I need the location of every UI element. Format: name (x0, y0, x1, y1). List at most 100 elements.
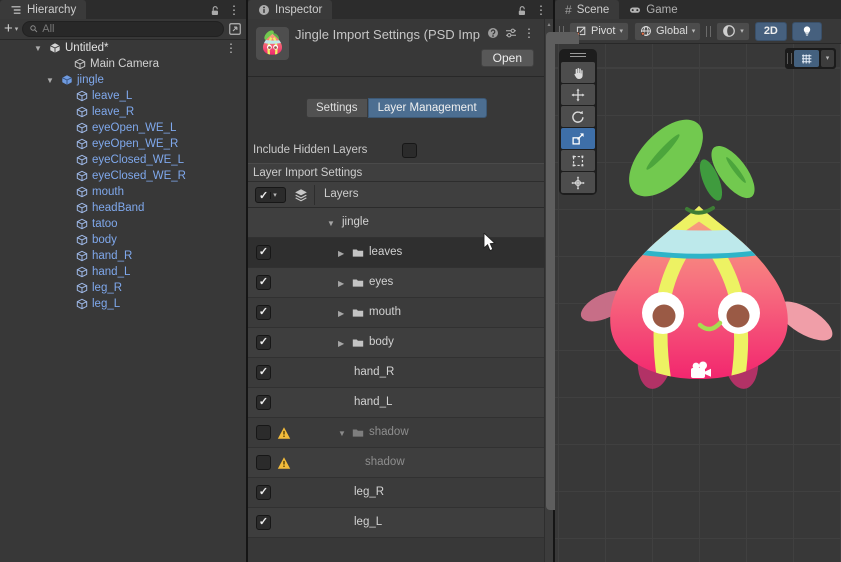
asset-menu-icon[interactable]: ⋮ (523, 27, 535, 39)
chevron-right-icon[interactable]: ▶ (338, 309, 344, 318)
global-dropdown[interactable]: Global ▾ (633, 21, 702, 41)
rect-tool-button[interactable] (561, 150, 595, 171)
layers-column-header: Layers (324, 188, 359, 200)
layer-label: leg_R (354, 486, 385, 498)
layer-checkbox[interactable]: ✓ (256, 515, 271, 530)
layer-checkbox[interactable]: ✓ (256, 275, 271, 290)
item-label: mouth (92, 185, 124, 198)
layer-row-leg-l[interactable]: ✓ leg_L (248, 508, 544, 538)
jingle-character[interactable] (577, 94, 839, 406)
folder-icon (352, 309, 364, 317)
include-hidden-layers-checkbox[interactable] (402, 143, 417, 158)
open-button[interactable]: Open (480, 49, 534, 67)
overlay-drag-handle[interactable] (787, 53, 792, 64)
gameobject-cube-icon (74, 58, 86, 70)
layer-row-leaves[interactable]: ✓ ▶ leaves (248, 238, 544, 268)
overlay-drag-handle[interactable] (559, 49, 597, 60)
layer-checkbox-unchecked[interactable] (256, 425, 271, 440)
hierarchy-item-hand-r[interactable]: hand_R (0, 248, 246, 264)
scene-lighting-toggle[interactable] (791, 21, 822, 41)
layer-checkbox[interactable]: ✓ (256, 395, 271, 410)
hierarchy-item-leave-l[interactable]: leave_L (0, 88, 246, 104)
layer-import-settings-header: Layer Import Settings (248, 163, 544, 182)
hierarchy-item-jingle[interactable]: ▼ jingle (0, 72, 246, 88)
chevron-down-icon[interactable]: ▼ (327, 219, 335, 228)
layer-row-shadow-group[interactable]: ▼ shadow (248, 418, 544, 448)
hierarchy-item-eyeclosed-we-r[interactable]: eyeClosed_WE_R (0, 168, 246, 184)
unlock-icon[interactable] (209, 4, 221, 16)
toggle-all-checkbox[interactable]: ✓ ▾ (255, 187, 286, 203)
layers-stack-icon[interactable] (294, 188, 308, 202)
view-hand-tool-button[interactable] (561, 62, 595, 83)
tab-settings[interactable]: Settings (306, 98, 368, 118)
search-input[interactable] (42, 23, 217, 35)
hierarchy-item-eyeopen-we-r[interactable]: eyeOpen_WE_R (0, 136, 246, 152)
layer-row-hand-r[interactable]: ✓ hand_R (248, 358, 544, 388)
layer-checkbox[interactable]: ✓ (256, 305, 271, 320)
hierarchy-item-headband[interactable]: headBand (0, 200, 246, 216)
hierarchy-item-leg-l[interactable]: leg_L (0, 296, 246, 312)
hierarchy-scene-row[interactable]: ▼ Untitled* ⋮ (0, 40, 246, 56)
tab-inspector[interactable]: Inspector (248, 0, 333, 19)
hierarchy-item-eyeopen-we-l[interactable]: eyeOpen_WE_L (0, 120, 246, 136)
info-icon (259, 4, 269, 15)
layer-row-jingle[interactable]: ▼ jingle (248, 208, 544, 238)
layer-checkbox[interactable]: ✓ (256, 485, 271, 500)
scale-tool-button[interactable] (561, 128, 595, 149)
chevron-right-icon[interactable]: ▶ (338, 279, 344, 288)
hierarchy-item-main-camera[interactable]: Main Camera (0, 56, 246, 72)
grid-visibility-toggle[interactable] (794, 50, 819, 67)
tab-game[interactable]: Game (619, 0, 687, 19)
hierarchy-item-body[interactable]: body (0, 232, 246, 248)
inspector-menu-icon[interactable]: ⋮ (535, 4, 547, 16)
toolbar-drag-handle[interactable] (706, 25, 712, 37)
add-gameobject-button[interactable]: + ▾ (4, 21, 18, 36)
scene-viewport[interactable]: ▾ (555, 44, 841, 562)
layer-checkbox-unchecked[interactable] (256, 455, 271, 470)
unlock-icon[interactable] (516, 4, 528, 16)
chevron-down-icon[interactable]: ▼ (34, 44, 42, 53)
chevron-right-icon[interactable]: ▶ (338, 339, 344, 348)
tab-layer-management[interactable]: Layer Management (367, 98, 487, 118)
warning-icon (277, 427, 291, 439)
move-tool-button[interactable] (561, 84, 595, 105)
hierarchy-menu-icon[interactable]: ⋮ (228, 4, 240, 16)
rotate-tool-button[interactable] (561, 106, 595, 127)
layer-row-mouth[interactable]: ✓ ▶ mouth (248, 298, 544, 328)
presets-icon[interactable] (505, 27, 517, 39)
search-window-icon[interactable] (228, 22, 242, 36)
scene-options-icon[interactable]: ⋮ (225, 42, 237, 54)
2d-label: 2D (763, 25, 778, 37)
hierarchy-item-eyeclosed-we-l[interactable]: eyeClosed_WE_L (0, 152, 246, 168)
layer-checkbox[interactable]: ✓ (256, 335, 271, 350)
hierarchy-search[interactable] (22, 21, 224, 37)
shading-mode-dropdown[interactable]: ▾ (716, 21, 750, 41)
layer-row-body[interactable]: ✓ ▶ body (248, 328, 544, 358)
help-icon[interactable] (487, 27, 499, 39)
hierarchy-item-mouth[interactable]: mouth (0, 184, 246, 200)
grid-settings-dropdown[interactable]: ▾ (821, 50, 834, 67)
layer-row-eyes[interactable]: ✓ ▶ eyes (248, 268, 544, 298)
layer-row-shadow[interactable]: shadow (248, 448, 544, 478)
chevron-down-icon[interactable]: ▼ (46, 76, 54, 85)
hierarchy-item-leg-r[interactable]: leg_R (0, 280, 246, 296)
scroll-up-arrow-icon[interactable]: ▴ (545, 21, 553, 28)
inspector-scrollbar[interactable]: ▴ (544, 19, 579, 562)
grid-icon (801, 53, 812, 64)
transform-tool-button[interactable] (561, 172, 595, 193)
rotate-icon (572, 109, 584, 123)
chevron-down-icon[interactable]: ▼ (338, 429, 346, 438)
globe-icon (640, 26, 651, 36)
hierarchy-item-tatoo[interactable]: tatoo (0, 216, 246, 232)
layer-row-hand-l[interactable]: ✓ hand_L (248, 388, 544, 418)
hierarchy-item-hand-l[interactable]: hand_L (0, 264, 246, 280)
layer-checkbox[interactable]: ✓ (256, 245, 271, 260)
layer-checkbox[interactable]: ✓ (256, 365, 271, 380)
tab-hierarchy[interactable]: Hierarchy (0, 0, 87, 19)
tab-scene[interactable]: # Scene (555, 0, 620, 19)
chevron-right-icon[interactable]: ▶ (338, 249, 344, 258)
layer-row-leg-r[interactable]: ✓ leg_R (248, 478, 544, 508)
2d-mode-toggle[interactable]: 2D (754, 21, 787, 41)
hierarchy-item-leave-r[interactable]: leave_R (0, 104, 246, 120)
hierarchy-tab-label: Hierarchy (27, 3, 77, 16)
